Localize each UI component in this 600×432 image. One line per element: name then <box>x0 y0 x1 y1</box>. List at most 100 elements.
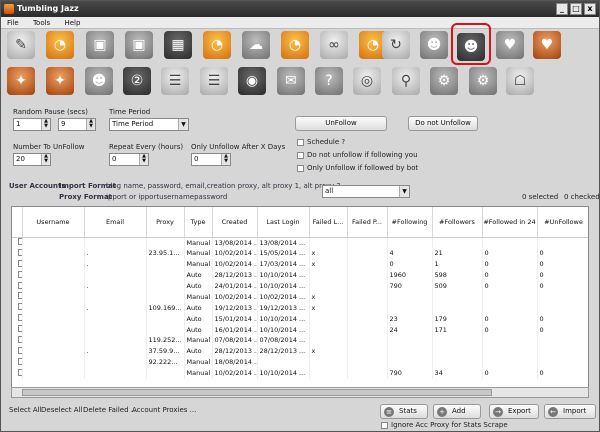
spinner-icon[interactable]: ▲ ▼ <box>41 119 50 130</box>
horizontal-scrollbar[interactable] <box>11 387 589 398</box>
time-period-select[interactable]: Time Period ▼ <box>109 118 189 131</box>
heart-icon[interactable]: ♥ <box>496 31 524 59</box>
table-row[interactable]: Manual 13/08/2014 ... 13/08/2014 ... <box>12 237 588 248</box>
account-filter-select[interactable]: all ▼ <box>322 185 410 198</box>
table-row[interactable]: . 109.169... Auto 19/12/2013 ... 19/12/2013 … <box>12 302 588 314</box>
photo-icon[interactable]: ▣ <box>86 31 114 59</box>
table-row[interactable]: . Auto 24/01/2014 ... 10/10/2014 ... 790 509 0… <box>12 280 588 292</box>
list-icon[interactable]: ☰ <box>161 67 189 95</box>
repeat-every-input[interactable]: 0 ▲ ▼ <box>109 153 149 166</box>
ignore-acc-proxy-checkbox[interactable] <box>381 422 388 429</box>
row-checkbox[interactable] <box>18 335 21 343</box>
rss-icon-3[interactable]: ◔ <box>281 31 309 59</box>
column-header[interactable]: Proxy <box>146 207 185 238</box>
row-checkbox[interactable] <box>18 314 21 322</box>
row-checkbox[interactable] <box>18 325 21 333</box>
feed-icon[interactable]: ◉ <box>238 67 266 95</box>
spinner-icon[interactable]: ▲ ▼ <box>139 154 148 165</box>
column-header[interactable]: Failed L... <box>309 207 348 238</box>
row-checkbox[interactable] <box>18 346 21 354</box>
tag-rss-icon[interactable]: ✦ <box>46 67 74 95</box>
spinner-icon[interactable]: ▲ ▼ <box>221 154 230 165</box>
table-row[interactable]: . 37.59.9... Auto 28/12/2013 ... 28/12/2013 … <box>12 345 588 357</box>
column-header[interactable]: #Followers <box>432 207 483 238</box>
heart-rss-icon[interactable]: ♥ <box>533 31 561 59</box>
menu-tools[interactable]: Tools <box>27 17 56 29</box>
column-header[interactable]: #Followed in 24 <box>482 207 538 238</box>
repost-icon[interactable]: ↻ <box>382 31 410 59</box>
view-icon[interactable]: ◎ <box>353 67 381 95</box>
row-checkbox[interactable] <box>18 357 21 365</box>
add-users-icon[interactable]: ☻ <box>85 67 113 95</box>
column-header[interactable]: Created <box>212 207 258 238</box>
schedule-checkbox[interactable] <box>297 139 304 146</box>
photo-rss-icon[interactable]: ▣ <box>125 31 153 59</box>
column-header[interactable]: Email <box>84 207 147 238</box>
table-row[interactable]: Auto 15/01/2014 ... 10/10/2014 ... 23 179 0 0 <box>12 313 588 325</box>
settings-icon-2[interactable]: ⚙ <box>469 67 497 95</box>
table-row[interactable]: Manual 10/02/2014 ... 10/10/2014 ... 790 34 0… <box>12 367 588 379</box>
rss-icon[interactable]: ◔ <box>46 31 74 59</box>
delete-failed-link[interactable]: Delete Failed ... <box>83 406 137 414</box>
add-button[interactable]: + Add <box>433 404 481 419</box>
no-unfollow-following-checkbox[interactable] <box>297 152 304 159</box>
question-icon[interactable]: ? <box>315 67 343 95</box>
message-icon[interactable]: ✉ <box>277 67 305 95</box>
robot-icon[interactable]: ☖ <box>506 67 534 95</box>
row-checkbox[interactable] <box>18 238 21 246</box>
follow-user-icon[interactable]: ☻ <box>420 31 448 59</box>
only-unfollow-bot-checkbox[interactable] <box>297 165 304 172</box>
menu-file[interactable]: File <box>1 17 25 29</box>
only-unfollow-input[interactable]: 0 ▲ ▼ <box>191 153 231 166</box>
import-button[interactable]: ← Import <box>544 404 596 419</box>
spinner-icon[interactable]: ▲ ▼ <box>41 154 50 165</box>
column-header[interactable]: Last Login <box>257 207 310 238</box>
column-header[interactable] <box>12 207 23 238</box>
column-header[interactable]: Username <box>22 207 85 238</box>
menu-help[interactable]: Help <box>58 17 86 29</box>
table-row[interactable]: Auto 16/01/2014 ... 10/10/2014 ... 24 171 0 0 <box>12 324 588 336</box>
row-checkbox[interactable] <box>18 292 21 300</box>
unfollow-button[interactable]: UnFollow <box>295 116 387 131</box>
row-checkbox[interactable] <box>18 368 21 376</box>
number-to-unfollow-input[interactable]: 20 ▲ ▼ <box>13 153 51 166</box>
row-checkbox[interactable] <box>18 270 21 278</box>
table-row[interactable]: . Manual 10/02/2014 ... 17/03/2014 ... x 0 1 0 0 <box>12 258 588 270</box>
account-proxies-link[interactable]: Account Proxies ... <box>132 406 196 414</box>
tag-icon[interactable]: ✦ <box>7 67 35 95</box>
column-header[interactable]: Failed P... <box>347 207 388 238</box>
row-checkbox[interactable] <box>18 303 21 311</box>
table-row[interactable]: Manual 10/02/2014 ... 10/02/2014 ... x <box>12 291 588 303</box>
table-row[interactable]: Auto 28/12/2013 ... 10/10/2014 ... 1960 598 0… <box>12 269 588 281</box>
maximize-button[interactable]: □ <box>570 3 582 15</box>
cloud-icon[interactable]: ☁ <box>242 31 270 59</box>
tumblr-rss-icon[interactable]: ✎ <box>7 31 35 59</box>
random-pause-min-input[interactable]: 1 ▲ ▼ <box>13 118 51 131</box>
row-checkbox[interactable] <box>18 259 21 267</box>
stats-button[interactable]: ≡ Stats <box>380 404 428 419</box>
deselect-all-link[interactable]: Deselect All <box>41 406 82 414</box>
spinner-icon[interactable]: ▲ ▼ <box>86 119 95 130</box>
link-icon[interactable]: ∞ <box>320 31 348 59</box>
column-header[interactable]: #Following <box>387 207 433 238</box>
select-all-link[interactable]: Select All <box>9 406 42 414</box>
close-button[interactable]: x <box>584 3 596 15</box>
column-header[interactable]: #UnFollowe <box>537 207 588 238</box>
row-checkbox[interactable] <box>18 281 21 289</box>
scrollbar-thumb[interactable] <box>22 389 492 396</box>
table-row[interactable]: . 23.95.1... Manual 10/02/2014 ... 15/05/201… <box>12 247 588 259</box>
search-icon[interactable]: ⚲ <box>392 67 420 95</box>
table-row[interactable]: 119.252... Manual 07/08/2014 ... 07/08/2014… <box>12 335 588 346</box>
table-row[interactable]: 92.222... Manual 18/08/2014 ... <box>12 356 588 368</box>
export-button[interactable]: → Export <box>489 404 539 419</box>
settings-icon[interactable]: ⚙ <box>430 67 458 95</box>
random-pause-max-input[interactable]: 9 ▲ ▼ <box>58 118 96 131</box>
do-not-unfollow-button[interactable]: Do not Unfollow <box>408 116 478 131</box>
row-checkbox[interactable] <box>18 248 21 256</box>
rss-icon-2[interactable]: ◔ <box>203 31 231 59</box>
column-header[interactable]: Type <box>184 207 213 238</box>
user-number-icon[interactable]: ② <box>123 67 151 95</box>
list-rss-icon[interactable]: ☰ <box>200 67 228 95</box>
minimize-button[interactable]: _ <box>556 3 568 15</box>
video-clapper-icon[interactable]: ▦ <box>164 31 192 59</box>
